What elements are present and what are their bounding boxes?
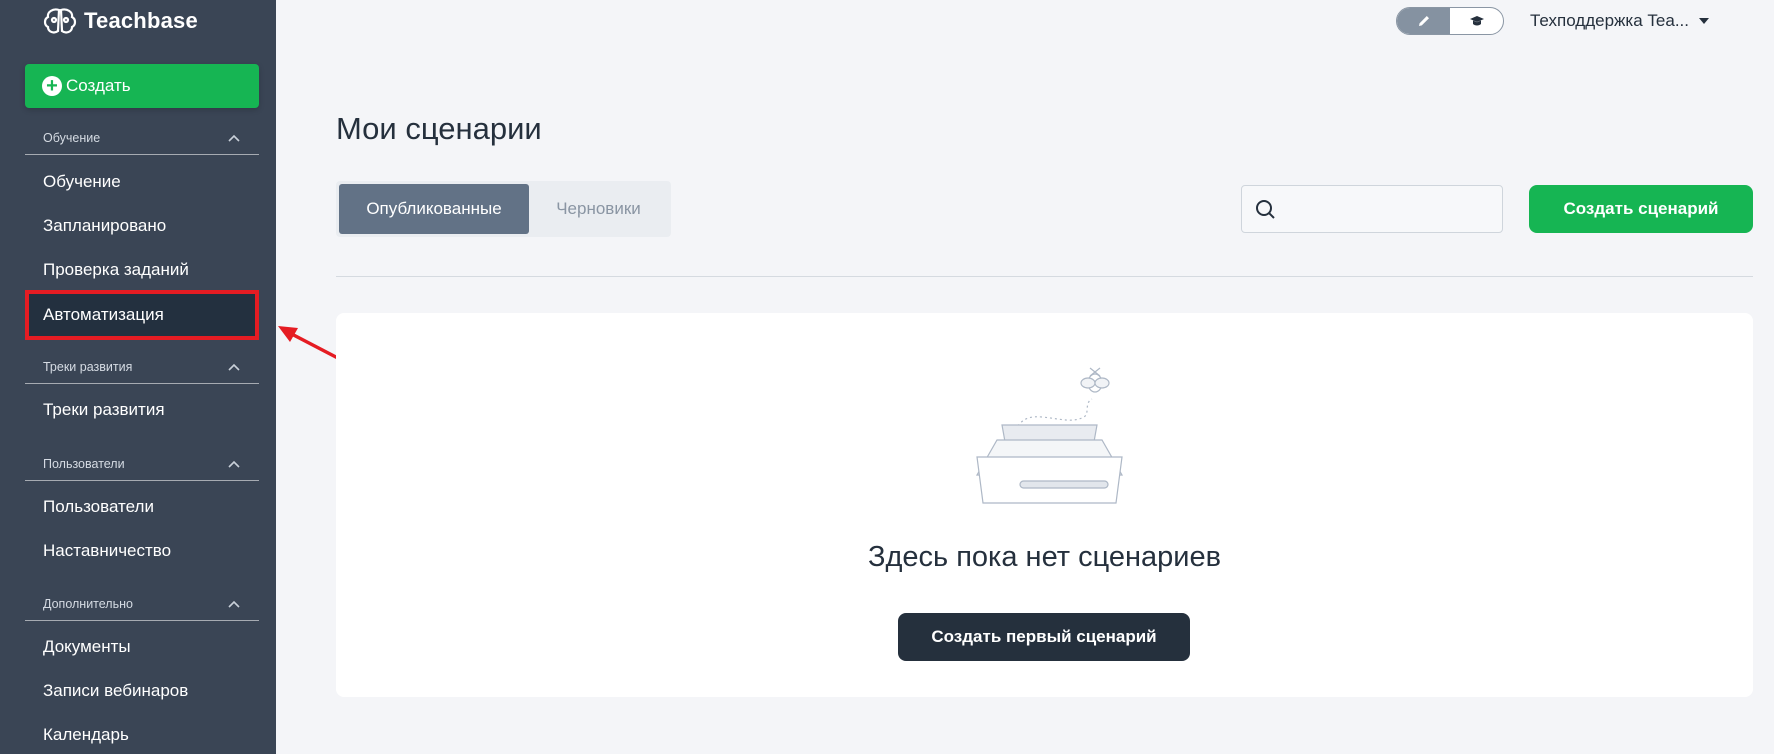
plus-circle-icon: + xyxy=(42,76,62,96)
chevron-up-icon xyxy=(228,363,240,371)
sidebar-item-label: Записи вебинаров xyxy=(43,681,189,700)
sidebar-item-label: Наставничество xyxy=(43,541,172,560)
divider xyxy=(336,276,1753,277)
create-scenario-button[interactable]: Создать сценарий xyxy=(1529,185,1753,233)
learner-mode-button[interactable] xyxy=(1450,8,1503,34)
search-box[interactable] xyxy=(1241,185,1503,233)
section-title: Дополнительно xyxy=(43,596,133,611)
sidebar-item-mentoring[interactable]: Наставничество xyxy=(25,532,259,570)
sidebar-item-label: Документы xyxy=(43,637,131,656)
create-button-label: Создать xyxy=(66,76,131,95)
scenario-tabs: Опубликованные Черновики xyxy=(336,181,671,237)
section-header-users[interactable]: Пользователи xyxy=(25,451,259,481)
empty-state-card: Здесь пока нет сценариев Создать первый … xyxy=(336,313,1753,697)
section-header-learning[interactable]: Обучение xyxy=(25,125,259,155)
create-first-scenario-button[interactable]: Создать первый сценарий xyxy=(898,613,1190,661)
sidebar-item-automation[interactable]: Автоматизация xyxy=(25,290,259,340)
sidebar-item-documents[interactable]: Документы xyxy=(25,628,259,666)
brand-name: Teachbase xyxy=(84,8,198,33)
sidebar-item-label: Обучение xyxy=(43,172,121,191)
empty-box-illustration xyxy=(975,367,1124,504)
edit-mode-button[interactable] xyxy=(1397,8,1450,34)
brand-logo[interactable]: Teachbase xyxy=(42,4,198,38)
chevron-up-icon xyxy=(228,600,240,608)
sidebar-item-scheduled[interactable]: Запланировано xyxy=(25,207,259,245)
sidebar-item-calendar[interactable]: Календарь xyxy=(25,716,259,754)
chevron-up-icon xyxy=(228,134,240,142)
sidebar-item-label: Треки развития xyxy=(43,400,165,419)
sidebar-item-label: Автоматизация xyxy=(43,305,164,324)
tab-drafts[interactable]: Черновики xyxy=(529,184,668,234)
empty-state-message: Здесь пока нет сценариев xyxy=(867,541,1221,573)
chevron-up-icon xyxy=(228,460,240,468)
search-input[interactable] xyxy=(1284,200,1484,218)
tab-published[interactable]: Опубликованные xyxy=(339,184,529,234)
sidebar-item-learning[interactable]: Обучение xyxy=(25,163,259,201)
page-title: Мои сценарии xyxy=(336,111,542,146)
sidebar-item-task-review[interactable]: Проверка заданий xyxy=(25,251,259,289)
user-name: Техподдержка Tea... xyxy=(1530,11,1689,30)
section-header-tracks[interactable]: Треки развития xyxy=(25,354,259,384)
graduation-cap-icon xyxy=(1469,16,1484,26)
section-title: Пользователи xyxy=(43,456,125,471)
section-title: Треки развития xyxy=(43,359,133,374)
search-icon xyxy=(1256,200,1275,219)
sidebar: Teachbase + Создать Обучение Обучение За… xyxy=(0,0,276,754)
create-button[interactable]: + Создать xyxy=(25,64,259,108)
section-title: Обучение xyxy=(43,130,101,145)
sidebar-item-webinar-records[interactable]: Записи вебинаров xyxy=(25,672,259,710)
caret-down-icon xyxy=(1699,18,1709,24)
sidebar-item-tracks[interactable]: Треки развития xyxy=(25,391,259,429)
sidebar-item-label: Пользователи xyxy=(43,497,154,516)
brain-logo-icon xyxy=(43,8,77,34)
pencil-icon xyxy=(1418,16,1429,26)
section-header-additional[interactable]: Дополнительно xyxy=(25,591,259,621)
sidebar-item-label: Календарь xyxy=(43,725,129,744)
sidebar-item-label: Проверка заданий xyxy=(43,260,189,279)
user-menu[interactable]: Техподдержка Tea... xyxy=(1530,10,1709,32)
sidebar-item-users[interactable]: Пользователи xyxy=(25,488,259,526)
sidebar-item-label: Запланировано xyxy=(43,216,167,235)
mode-toggle[interactable] xyxy=(1396,7,1504,35)
